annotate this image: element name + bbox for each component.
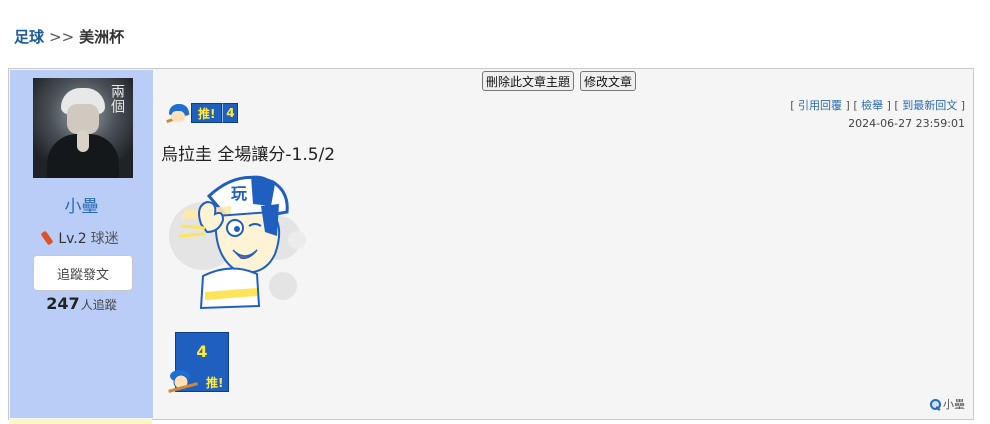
breadcrumb-soccer-link[interactable]: 足球 (14, 28, 44, 46)
followers-number: 247 (46, 294, 80, 313)
latest-reply-link[interactable]: 到最新回文 (902, 99, 957, 112)
author-search-label: 小壘 (943, 398, 965, 411)
mascot-mini-icon (165, 102, 205, 124)
author-username[interactable]: 小壘 (10, 192, 153, 217)
breadcrumb-separator: >> (49, 28, 75, 46)
magnifier-icon (930, 398, 941, 410)
breadcrumb-current: 美洲杯 (79, 28, 125, 46)
delete-topic-button[interactable]: 刪除此文章主題 (482, 71, 575, 91)
post-actions: [ 引用回覆 ] [ 檢舉 ] [ 到最新回文 ] (790, 99, 965, 112)
followers-count: 247人追蹤 (10, 294, 153, 313)
breadcrumb: 足球 >> 美洲杯 (14, 26, 124, 47)
mascot-sticker-image: 玩 (169, 175, 306, 310)
author-search[interactable]: 小壘 (930, 396, 965, 412)
edit-post-button[interactable]: 修改文章 (580, 71, 637, 91)
avatar-calligraphy: 兩個 (109, 84, 125, 114)
push-big-count: 4 (196, 342, 208, 361)
avatar-hands (77, 130, 89, 152)
mascot-batter-icon (168, 370, 199, 393)
quote-reply-link[interactable]: 引用回覆 (798, 99, 842, 112)
push-count: 4 (222, 103, 239, 123)
level-value: Lv.2 (58, 231, 87, 247)
push-big-label: 推! (206, 376, 224, 390)
pen-icon (40, 230, 54, 246)
post-admin-buttons: 刪除此文章主題 修改文章 (482, 71, 637, 91)
avatar[interactable]: 兩個 (33, 78, 133, 178)
followers-label: 人追蹤 (80, 298, 117, 312)
push-big-badge[interactable]: 4 推! (166, 332, 230, 394)
post-content: 刪除此文章主題 修改文章 推! 4 [ 引用回覆 ] [ 檢舉 ] [ 到最新回… (154, 70, 973, 418)
next-post-strip (9, 419, 152, 424)
report-link[interactable]: 檢舉 (861, 99, 883, 112)
post-container: 兩個 小壘 Lv.2 球迷 追蹤發文 247人追蹤 刪除此文章主題 修改文章 推!… (8, 68, 974, 420)
author-level: Lv.2 球迷 (10, 228, 153, 248)
post-title: 烏拉圭 全場讓分-1.5/2 (161, 145, 336, 165)
author-sidebar: 兩個 小壘 Lv.2 球迷 追蹤發文 247人追蹤 (10, 70, 153, 418)
push-badge[interactable]: 推! 4 (165, 102, 239, 124)
post-timestamp: 2024-06-27 23:59:01 (848, 117, 965, 130)
mascot-cap-text: 玩 (231, 184, 247, 203)
follow-button[interactable]: 追蹤發文 (33, 255, 133, 291)
rank-label: 球迷 (90, 231, 119, 247)
